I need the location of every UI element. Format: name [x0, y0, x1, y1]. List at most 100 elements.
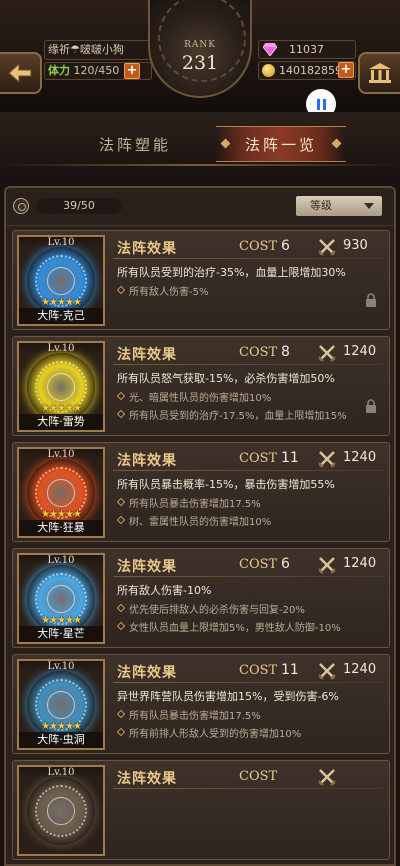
main-effect: 所有队员暴击概率-15%，暴击伤害增加55% — [117, 478, 335, 491]
power-value: 1240 — [343, 662, 377, 677]
cost-label: COST — [239, 451, 278, 466]
formation-portrait: Lv.10 ★★★★★ 大阵·狂暴 — [17, 447, 105, 538]
main-effect: 所有队员怒气获取-15%，必杀伤害增加50% — [117, 372, 335, 385]
main-effect: 所有队员受到的治疗-35%，血量上限增加30% — [117, 266, 346, 279]
formation-portrait: Lv.10 — [17, 765, 105, 856]
power-value: 930 — [343, 238, 368, 253]
power-value: 1240 — [343, 344, 377, 359]
formation-name: 大阵·虫洞 — [19, 732, 103, 748]
formation-count-icon — [13, 198, 29, 214]
formation-portrait: Lv.10 ★★★★★ 大阵·雷势 — [17, 341, 105, 432]
crossed-swords-icon — [318, 769, 336, 786]
effect-title: 法阵效果 — [117, 559, 177, 575]
sub-effect: 所有队员暴击伤害增加17.5% — [117, 707, 261, 722]
add-gold-button[interactable]: + — [338, 62, 354, 78]
stamina-value: 120/450 — [73, 64, 120, 77]
power-value: 1240 — [343, 450, 377, 465]
home-button[interactable] — [358, 52, 400, 94]
card-separator — [113, 576, 383, 577]
crossed-swords-icon — [318, 663, 336, 680]
gem-icon — [263, 43, 277, 56]
formation-portrait: Lv.10 ★★★★★ 大阵·星芒 — [17, 553, 105, 644]
crossed-swords-icon — [318, 345, 336, 362]
card-separator — [113, 682, 383, 683]
formation-card[interactable]: Lv.10 ★★★★★ 大阵·雷势 法阵效果 COST 8 1240 所有队员怒… — [12, 336, 390, 436]
formation-card[interactable]: Lv.10 ★★★★★ 大阵·星芒 法阵效果 COST 6 1240 所有敌人伤… — [12, 548, 390, 648]
effect-title: 法阵效果 — [117, 665, 177, 681]
magic-circle-icon — [27, 777, 95, 845]
sub-effect: 优先使后排敌人的必杀伤害与回复-20% — [117, 601, 305, 616]
add-stamina-button[interactable]: + — [124, 63, 140, 79]
tab-formation-charge[interactable]: 法阵塑能 — [70, 126, 200, 162]
formation-card[interactable]: Lv.10 ★★★★★ 大阵·狂暴 法阵效果 COST 11 1240 所有队员… — [12, 442, 390, 542]
sub-effect: 所有队员受到的治疗-17.5%，血量上限增加15% — [117, 407, 347, 422]
list-header: 39/50 等级 — [6, 188, 394, 226]
sub-effect: 所有前排人形敌人受到的伤害增加10% — [117, 725, 301, 740]
formation-list-panel: 39/50 等级 Lv.10 ★★★★★ 大阵·克己 法阵效果 COST 6 9… — [4, 186, 396, 866]
sort-label: 等级 — [310, 199, 332, 212]
main-effect: 所有敌人伤害-10% — [117, 584, 212, 597]
gems-display: 11037 — [258, 40, 356, 59]
stamina-label: 体力 — [48, 64, 70, 77]
star-rating: ★★★★★ — [41, 615, 82, 626]
formation-level: Lv.10 — [19, 661, 103, 672]
star-rating: ★★★★★ — [41, 297, 82, 308]
cost-value: 6 — [281, 238, 290, 254]
rank-value: 231 — [181, 52, 219, 74]
rank-label: RANK — [184, 40, 216, 50]
effect-title: 法阵效果 — [117, 241, 177, 257]
power-value: 1240 — [343, 556, 377, 571]
card-separator — [113, 470, 383, 471]
rank-dial: RANK 231 — [148, 0, 252, 98]
formation-card[interactable]: Lv.10 ★★★★★ 大阵·虫洞 法阵效果 COST 11 1240 异世界阵… — [12, 654, 390, 754]
formation-card[interactable]: Lv.10 法阵效果 COST — [12, 760, 390, 860]
back-button[interactable] — [0, 52, 42, 94]
effect-title: 法阵效果 — [117, 347, 177, 363]
top-header: 缘祈☂啵啵小狗 体力 120/450 + RANK 231 11037 1401… — [0, 0, 400, 121]
cost-label: COST — [239, 239, 278, 254]
crossed-swords-icon — [318, 239, 336, 256]
sort-dropdown[interactable]: 等级 — [296, 196, 382, 216]
tab-divider — [0, 164, 400, 166]
formation-card[interactable]: Lv.10 ★★★★★ 大阵·克己 法阵效果 COST 6 930 所有队员受到… — [12, 230, 390, 330]
cost-label: COST — [239, 557, 278, 572]
formation-level: Lv.10 — [19, 343, 103, 354]
gold-coin-icon — [262, 64, 275, 77]
sub-effect: 所有敌人伤害-5% — [117, 283, 208, 298]
sub-effect: 所有队员暴击伤害增加17.5% — [117, 495, 261, 510]
gold-value: 140182859 — [279, 64, 342, 77]
temple-home-icon — [369, 63, 391, 83]
crossed-swords-icon — [318, 557, 336, 574]
main-effect: 异世界阵营队员伤害增加15%，受到伤害-6% — [117, 690, 339, 703]
formation-portrait: Lv.10 ★★★★★ 大阵·克己 — [17, 235, 105, 326]
effect-title: 法阵效果 — [117, 453, 177, 469]
formation-level: Lv.10 — [19, 767, 103, 778]
pause-icon — [316, 98, 326, 110]
formation-level: Lv.10 — [19, 555, 103, 566]
sub-effect: 光、暗属性队员的伤害增加10% — [117, 389, 271, 404]
crossed-swords-icon — [318, 451, 336, 468]
lock-icon — [366, 293, 376, 307]
formation-name: 大阵·狂暴 — [19, 520, 103, 536]
cost-label: COST — [239, 345, 278, 360]
formation-level: Lv.10 — [19, 237, 103, 248]
sub-effect: 女性队员血量上限增加5%，男性敌人防御-10% — [117, 619, 341, 634]
formation-count: 39/50 — [36, 198, 122, 214]
tab-formation-list[interactable]: 法阵一览 — [216, 126, 346, 162]
cost-value: 11 — [281, 662, 299, 678]
sub-effect: 树、雷属性队员的伤害增加10% — [117, 513, 271, 528]
formation-level: Lv.10 — [19, 449, 103, 460]
card-separator — [113, 364, 383, 365]
back-arrow-icon — [8, 62, 32, 84]
cost-value: 6 — [281, 556, 290, 572]
gems-value: 11037 — [289, 43, 324, 56]
star-rating: ★★★★★ — [41, 403, 82, 414]
lock-icon — [366, 399, 376, 413]
card-separator — [113, 788, 383, 789]
star-rating: ★★★★★ — [41, 721, 82, 732]
cost-label: COST — [239, 663, 278, 678]
effect-title: 法阵效果 — [117, 771, 177, 787]
formation-name: 大阵·雷势 — [19, 414, 103, 430]
formation-name: 大阵·星芒 — [19, 626, 103, 642]
cost-value: 11 — [281, 450, 299, 466]
